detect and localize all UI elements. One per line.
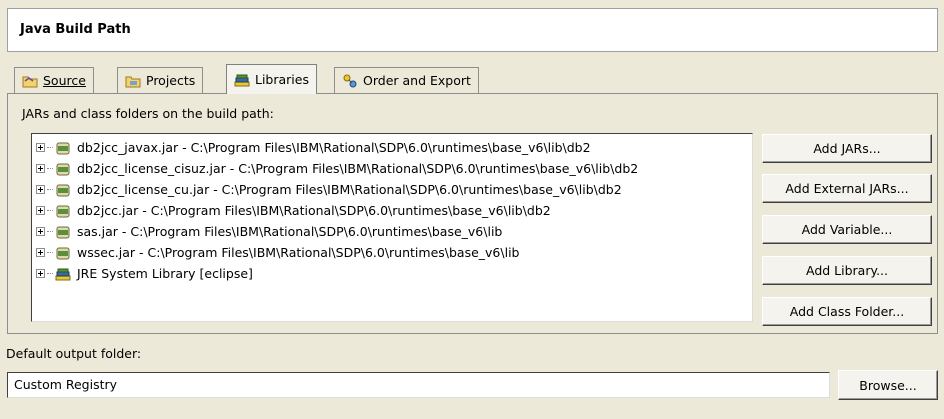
tree-row[interactable]: db2jcc_license_cisuz.jar - C:\Program Fi… [36, 158, 638, 179]
tree-row-label: db2jcc_license_cisuz.jar - C:\Program Fi… [77, 161, 639, 176]
add-external-jars-button[interactable]: Add External JARs... [762, 174, 932, 203]
tree-row-label: db2jcc.jar - C:\Program Files\IBM\Ration… [77, 203, 551, 218]
tree-row[interactable]: db2jcc.jar - C:\Program Files\IBM\Ration… [36, 200, 551, 221]
jar-icon [56, 226, 70, 238]
tab-projects[interactable]: Projects [117, 67, 204, 93]
expand-icon[interactable] [36, 143, 45, 152]
tab-projects-label: Projects [146, 73, 196, 88]
expand-icon[interactable] [36, 164, 45, 173]
tree-row[interactable]: db2jcc_license_cu.jar - C:\Program Files… [36, 179, 622, 200]
java-build-path-dialog: Java Build Path Source Projects Librarie… [0, 0, 944, 419]
tab-libraries-label: Libraries [255, 72, 309, 87]
tree-row[interactable]: wssec.jar - C:\Program Files\IBM\Rationa… [36, 242, 519, 263]
tree-row[interactable]: sas.jar - C:\Program Files\IBM\Rational\… [36, 221, 502, 242]
jar-icon [56, 142, 70, 154]
library-icon [55, 268, 71, 280]
expand-icon[interactable] [36, 206, 45, 215]
page-title: Java Build Path [20, 22, 131, 37]
tree-row-label: JRE System Library [eclipse] [77, 266, 253, 281]
add-class-folder-button[interactable]: Add Class Folder... [762, 297, 932, 326]
add-jars-button[interactable]: Add JARs... [762, 134, 932, 163]
tree-row-label: wssec.jar - C:\Program Files\IBM\Rationa… [77, 245, 520, 260]
jar-icon [56, 205, 70, 217]
order-export-icon [343, 74, 357, 87]
expand-icon[interactable] [36, 248, 45, 257]
output-folder-label: Default output folder: [6, 346, 142, 361]
source-folder-icon [22, 76, 38, 87]
jar-icon [56, 184, 70, 196]
tab-order-and-export-label: Order and Export [363, 73, 471, 88]
title-banner: Java Build Path [7, 8, 938, 52]
tab-source[interactable]: Source [14, 67, 94, 93]
jar-icon [56, 163, 70, 175]
expand-icon[interactable] [36, 269, 45, 278]
tree-row-label: db2jcc_license_cu.jar - C:\Program Files… [77, 182, 622, 197]
add-library-button[interactable]: Add Library... [762, 256, 932, 285]
output-folder-field[interactable]: Custom Registry [7, 372, 830, 398]
tree-row[interactable]: JRE System Library [eclipse] [36, 263, 253, 284]
libraries-list-label: JARs and class folders on the build path… [22, 106, 274, 121]
projects-folder-icon [125, 76, 141, 87]
jar-icon [56, 247, 70, 259]
tab-libraries[interactable]: Libraries [226, 64, 317, 94]
tab-source-label: Source [43, 73, 86, 88]
tree-row-label: sas.jar - C:\Program Files\IBM\Rational\… [77, 224, 503, 239]
libraries-icon [234, 74, 250, 86]
tab-order-and-export[interactable]: Order and Export [334, 67, 479, 93]
expand-icon[interactable] [36, 185, 45, 194]
tree-row-label: db2jcc_javax.jar - C:\Program Files\IBM\… [77, 140, 591, 155]
libraries-tree[interactable]: db2jcc_javax.jar - C:\Program Files\IBM\… [31, 133, 753, 322]
expand-icon[interactable] [36, 227, 45, 236]
add-variable-button[interactable]: Add Variable... [762, 215, 932, 244]
browse-button[interactable]: Browse... [838, 370, 938, 400]
tree-row[interactable]: db2jcc_javax.jar - C:\Program Files\IBM\… [36, 137, 591, 158]
